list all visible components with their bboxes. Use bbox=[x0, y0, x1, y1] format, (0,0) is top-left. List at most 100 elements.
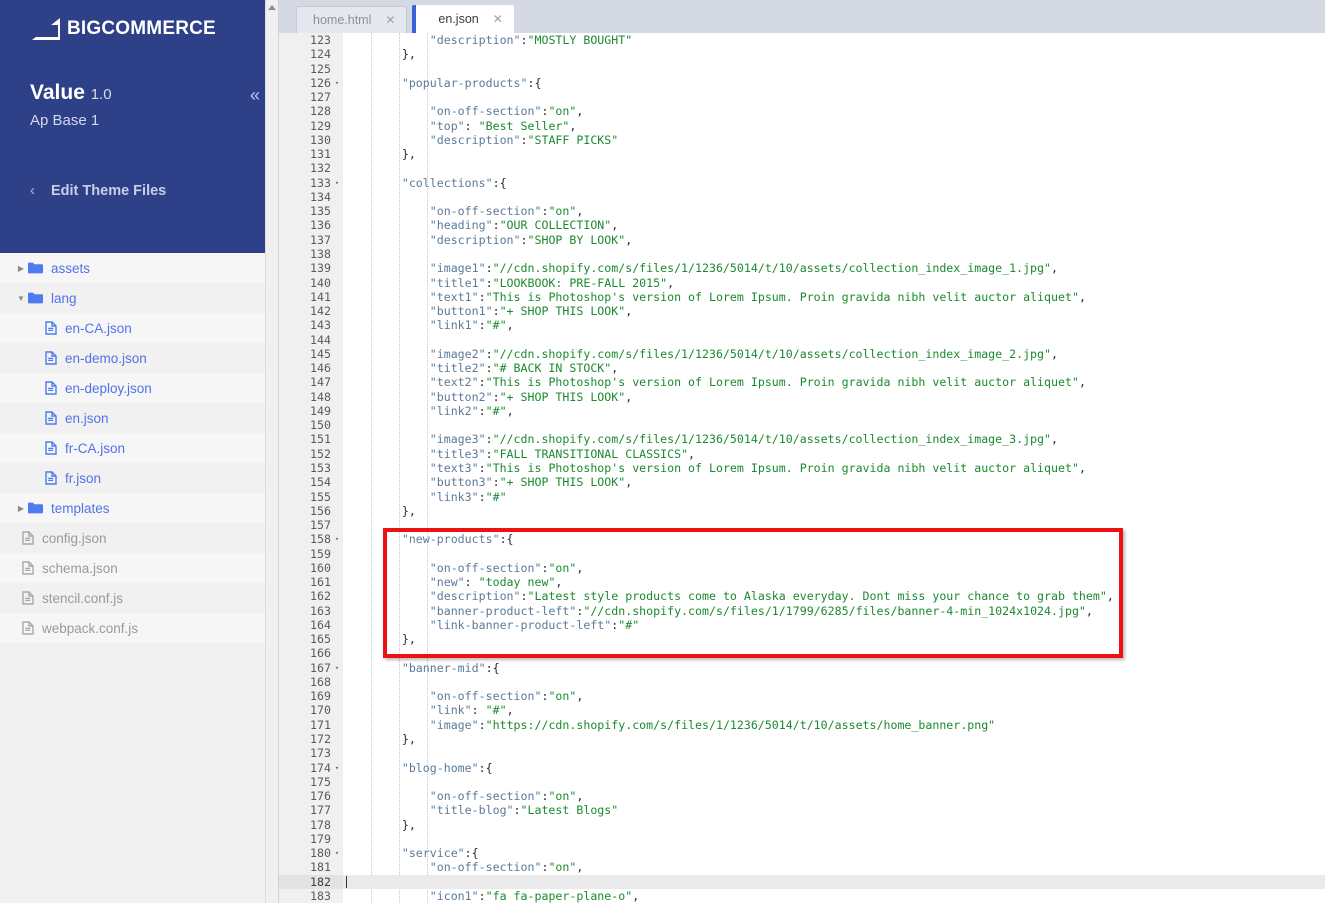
code-scroll-area[interactable]: 123 "description":"MOSTLY BOUGHT" 124 }, 1… bbox=[278, 33, 1325, 903]
tree-item-en-json[interactable]: ▶en.json bbox=[0, 403, 278, 433]
code-line-150[interactable]: 150 bbox=[278, 418, 1325, 433]
close-icon[interactable]: ✕ bbox=[493, 12, 503, 26]
tree-item-fr-ca-json[interactable]: ▶fr-CA.json bbox=[0, 433, 278, 463]
scroll-up-icon[interactable] bbox=[268, 5, 276, 10]
code-line-168[interactable]: 168 bbox=[278, 674, 1325, 690]
code-line-133[interactable]: 133 ▾ "collections":{ bbox=[278, 175, 1325, 190]
tree-item-en-demo-json[interactable]: ▶en-demo.json bbox=[0, 343, 278, 373]
editor-tab-home-html[interactable]: home.html ✕ bbox=[296, 6, 408, 33]
line-number: 173 bbox=[278, 746, 343, 761]
line-number: 176 bbox=[278, 789, 343, 804]
code-line-128[interactable]: 128 "on-off-section":"on", bbox=[278, 104, 1325, 119]
code-line-171[interactable]: 171 "image":"https://cdn.shopify.com/s/f… bbox=[278, 717, 1325, 733]
code-line-154[interactable]: 154 "button3":"+ SHOP THIS LOOK", bbox=[278, 475, 1325, 490]
sidebar-scrollbar[interactable] bbox=[265, 0, 278, 903]
edit-theme-files-nav[interactable]: ‹ Edit Theme Files bbox=[30, 182, 166, 199]
code-line-175[interactable]: 175 bbox=[278, 774, 1325, 790]
code-line-138[interactable]: 138 bbox=[278, 246, 1325, 262]
code-line-140[interactable]: 140 "title1":"LOOKBOOK: PRE-FALL 2015", bbox=[278, 275, 1325, 290]
code-line-176[interactable]: 176 "on-off-section":"on", bbox=[278, 789, 1325, 804]
code-line-132[interactable]: 132 bbox=[278, 161, 1325, 176]
code-line-172[interactable]: 172 }, bbox=[278, 732, 1325, 747]
code-line-178[interactable]: 178 }, bbox=[278, 817, 1325, 832]
code-line-163[interactable]: 163 "banner-product-left":"//cdn.shopify… bbox=[278, 603, 1325, 618]
code-line-147[interactable]: 147 "text2":"This is Photoshop's version… bbox=[278, 375, 1325, 390]
code-line-131[interactable]: 131 }, bbox=[278, 147, 1325, 162]
code-line-170[interactable]: 170 "link": "#", bbox=[278, 703, 1325, 718]
code-line-152[interactable]: 152 "title3":"FALL TRANSITIONAL CLASSICS… bbox=[278, 446, 1325, 461]
code-line-158[interactable]: 158 ▾ "new-products":{ bbox=[278, 532, 1325, 547]
code-line-146[interactable]: 146 "title2":"# BACK IN STOCK", bbox=[278, 361, 1325, 376]
code-line-text bbox=[343, 333, 1325, 347]
fold-toggle-icon[interactable]: ▾ bbox=[332, 761, 342, 775]
code-line-173[interactable]: 173 bbox=[278, 746, 1325, 761]
code-line-155[interactable]: 155 "link3":"#" bbox=[278, 489, 1325, 504]
code-line-164[interactable]: 164 "link-banner-product-left":"#" bbox=[278, 617, 1325, 633]
code-line-126[interactable]: 126 ▾ "popular-products":{ bbox=[278, 75, 1325, 91]
code-line-177[interactable]: 177 "title-blog":"Latest Blogs" bbox=[278, 803, 1325, 818]
code-line-130[interactable]: 130 "description":"STAFF PICKS" bbox=[278, 132, 1325, 148]
bigcommerce-wordmark: BIGCOMMERCE bbox=[67, 18, 216, 39]
tree-item-en-deploy-json[interactable]: ▶en-deploy.json bbox=[0, 373, 278, 403]
code-line-183[interactable]: 183 "icon1":"fa fa-paper-plane-o", bbox=[278, 888, 1325, 903]
code-line-141[interactable]: 141 "text1":"This is Photoshop's version… bbox=[278, 289, 1325, 305]
fold-toggle-icon[interactable]: ▾ bbox=[332, 76, 342, 90]
code-line-129[interactable]: 129 "top": "Best Seller", bbox=[278, 118, 1325, 133]
code-line-160[interactable]: 160 "on-off-section":"on", bbox=[278, 560, 1325, 576]
code-line-135[interactable]: 135 "on-off-section":"on", bbox=[278, 204, 1325, 219]
code-line-157[interactable]: 157 bbox=[278, 518, 1325, 533]
fold-toggle-icon[interactable]: ▾ bbox=[332, 661, 342, 675]
code-line-145[interactable]: 145 "image2":"//cdn.shopify.com/s/files/… bbox=[278, 346, 1325, 362]
code-line-127[interactable]: 127 bbox=[278, 90, 1325, 105]
code-line-179[interactable]: 179 bbox=[278, 831, 1325, 847]
code-line-149[interactable]: 149 "link2":"#", bbox=[278, 403, 1325, 419]
code-line-125[interactable]: 125 bbox=[278, 61, 1325, 76]
code-line-123[interactable]: 123 "description":"MOSTLY BOUGHT" bbox=[278, 33, 1325, 48]
code-line-124[interactable]: 124 }, bbox=[278, 47, 1325, 62]
fold-toggle-icon[interactable]: ▾ bbox=[332, 176, 342, 190]
tree-item-stencil-conf-js[interactable]: ▶stencil.conf.js bbox=[0, 583, 278, 613]
chevron-right-icon[interactable]: ▶ bbox=[14, 504, 28, 513]
tree-item-templates[interactable]: ▶ templates bbox=[0, 493, 278, 523]
code-line-151[interactable]: 151 "image3":"//cdn.shopify.com/s/files/… bbox=[278, 432, 1325, 447]
tree-item-schema-json[interactable]: ▶schema.json bbox=[0, 553, 278, 583]
code-line-143[interactable]: 143 "link1":"#", bbox=[278, 318, 1325, 333]
tree-item-lang[interactable]: ▼ lang bbox=[0, 283, 278, 313]
code-line-162[interactable]: 162 "description":"Latest style products… bbox=[278, 589, 1325, 604]
code-line-167[interactable]: 167 ▾ "banner-mid":{ bbox=[278, 660, 1325, 675]
file-tree: ▶assets▼lang▶en-CA.json▶en-demo.json▶en-… bbox=[0, 253, 278, 643]
code-line-148[interactable]: 148 "button2":"+ SHOP THIS LOOK", bbox=[278, 389, 1325, 404]
code-line-137[interactable]: 137 "description":"SHOP BY LOOK", bbox=[278, 232, 1325, 247]
collapse-sidebar-icon[interactable]: « bbox=[250, 86, 260, 104]
code-line-180[interactable]: 180 ▾ "service":{ bbox=[278, 846, 1325, 861]
close-icon[interactable]: ✕ bbox=[385, 13, 395, 27]
code-line-166[interactable]: 166 bbox=[278, 646, 1325, 661]
chevron-down-icon[interactable]: ▼ bbox=[14, 294, 28, 303]
fold-toggle-icon[interactable]: ▾ bbox=[332, 532, 342, 546]
code-line-182[interactable]: 182 bbox=[278, 874, 1325, 889]
code-line-text: }, bbox=[346, 732, 416, 747]
tree-item-fr-json[interactable]: ▶fr.json bbox=[0, 463, 278, 493]
line-number: 161 bbox=[278, 575, 343, 590]
code-line-139[interactable]: 139 "image1":"//cdn.shopify.com/s/files/… bbox=[278, 261, 1325, 276]
chevron-right-icon[interactable]: ▶ bbox=[14, 264, 28, 273]
code-line-156[interactable]: 156 }, bbox=[278, 503, 1325, 519]
code-line-142[interactable]: 142 "button1":"+ SHOP THIS LOOK", bbox=[278, 304, 1325, 319]
tree-item-assets[interactable]: ▶ assets bbox=[0, 253, 278, 283]
line-number: 155 bbox=[278, 489, 343, 504]
code-line-169[interactable]: 169 "on-off-section":"on", bbox=[278, 689, 1325, 704]
code-line-161[interactable]: 161 "new": "today new", bbox=[278, 575, 1325, 590]
code-line-159[interactable]: 159 bbox=[278, 546, 1325, 561]
editor-tab-en-json[interactable]: en.json ✕ bbox=[412, 5, 514, 33]
code-line-174[interactable]: 174 ▾ "blog-home":{ bbox=[278, 760, 1325, 775]
code-line-136[interactable]: 136 "heading":"OUR COLLECTION", bbox=[278, 218, 1325, 233]
fold-toggle-icon[interactable]: ▾ bbox=[332, 846, 342, 860]
code-line-134[interactable]: 134 bbox=[278, 189, 1325, 205]
code-line-181[interactable]: 181 "on-off-section":"on", bbox=[278, 860, 1325, 875]
code-line-144[interactable]: 144 bbox=[278, 332, 1325, 347]
tree-item-en-ca-json[interactable]: ▶en-CA.json bbox=[0, 313, 278, 343]
code-line-153[interactable]: 153 "text3":"This is Photoshop's version… bbox=[278, 460, 1325, 476]
code-line-165[interactable]: 165 }, bbox=[278, 632, 1325, 647]
tree-item-config-json[interactable]: ▶config.json bbox=[0, 523, 278, 553]
tree-item-webpack-conf-js[interactable]: ▶webpack.conf.js bbox=[0, 613, 278, 643]
